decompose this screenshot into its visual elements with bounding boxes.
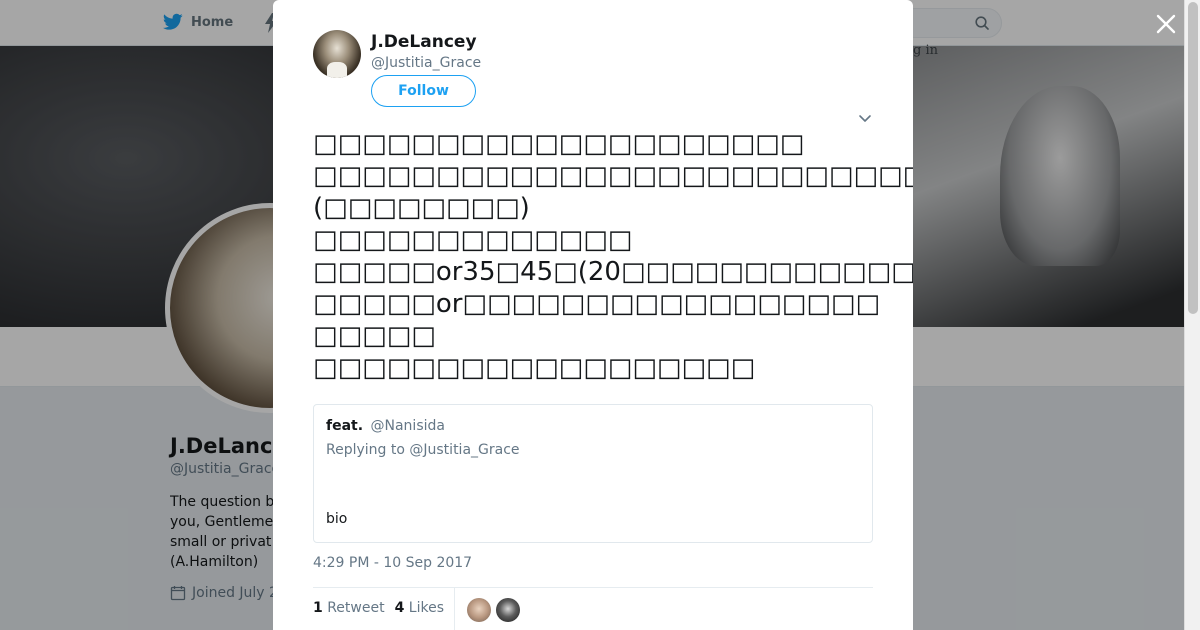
quoted-tweet-replying-to: Replying to @Justitia_Grace — [326, 442, 520, 458]
follow-button[interactable]: Follow — [371, 75, 476, 107]
replying-prefix: Replying to — [326, 442, 405, 458]
chevron-down-icon[interactable] — [857, 110, 873, 126]
quoted-tweet[interactable]: feat. @Nanisida Replying to @Justitia_Gr… — [313, 404, 873, 543]
quoted-tweet-header: feat. @Nanisida — [326, 418, 445, 434]
tweet-text-line: □□□□□□□□□□□□□□□□□□□□ — [313, 129, 805, 159]
retweets-count: 1 — [313, 600, 323, 616]
quoted-tweet-text: bio — [326, 511, 348, 527]
likes-stat[interactable]: 4 Likes — [395, 600, 444, 616]
stats-divider — [454, 588, 455, 630]
tweet-modal: J.DeLancey @Justitia_Grace Follow □□□□□□… — [273, 0, 913, 630]
tweet-text: □□□□□□□□□□□□□□□□□□□□ □□□□□□□□□□□□□□□□□□□… — [313, 128, 913, 384]
tweet-text-line: (□□□□□□□□) — [313, 193, 530, 223]
tweet-text-line: □□□□□or□□□□□□□□□□□□□□□□□ — [313, 289, 881, 319]
tweet-text-line: □□□□□□□□□□□□□□□□□□□□□□□□□□□□□□□□□□□□□□ — [313, 161, 913, 191]
retweets-stat[interactable]: 1 Retweet — [313, 600, 385, 616]
likes-label: Likes — [408, 600, 444, 616]
tweet-timestamp[interactable]: 4:29 PM - 10 Sep 2017 — [313, 555, 472, 571]
tweet-text-line: □□□□□ — [313, 321, 436, 351]
tweet-stats: 1 Retweet 4 Likes — [313, 600, 444, 616]
tweet-text-line: □□□□□□□□□□□□□□□□□□ — [313, 353, 756, 383]
divider — [313, 587, 873, 588]
quoted-tweet-name: feat. — [326, 418, 364, 434]
replying-handle-link[interactable]: @Justitia_Grace — [409, 442, 519, 458]
liker-avatar[interactable] — [467, 598, 491, 622]
page-scrollbar[interactable] — [1184, 0, 1200, 630]
quoted-tweet-handle: @Nanisida — [370, 418, 445, 434]
scrollbar-thumb[interactable] — [1188, 2, 1198, 314]
tweet-text-line: □□□□□or35□45□(20□□□□□□□□□□□□22□□□)□ — [313, 257, 913, 287]
tweet-text-line: □□□□□□□□□□□□□ — [313, 225, 633, 255]
author-avatar[interactable] — [313, 30, 361, 78]
author-name[interactable]: J.DeLancey — [371, 32, 477, 52]
liker-avatar[interactable] — [496, 598, 520, 622]
retweets-label: Retweet — [327, 600, 385, 616]
author-handle[interactable]: @Justitia_Grace — [371, 55, 481, 71]
likes-count: 4 — [394, 600, 405, 616]
close-icon[interactable] — [1153, 11, 1179, 37]
